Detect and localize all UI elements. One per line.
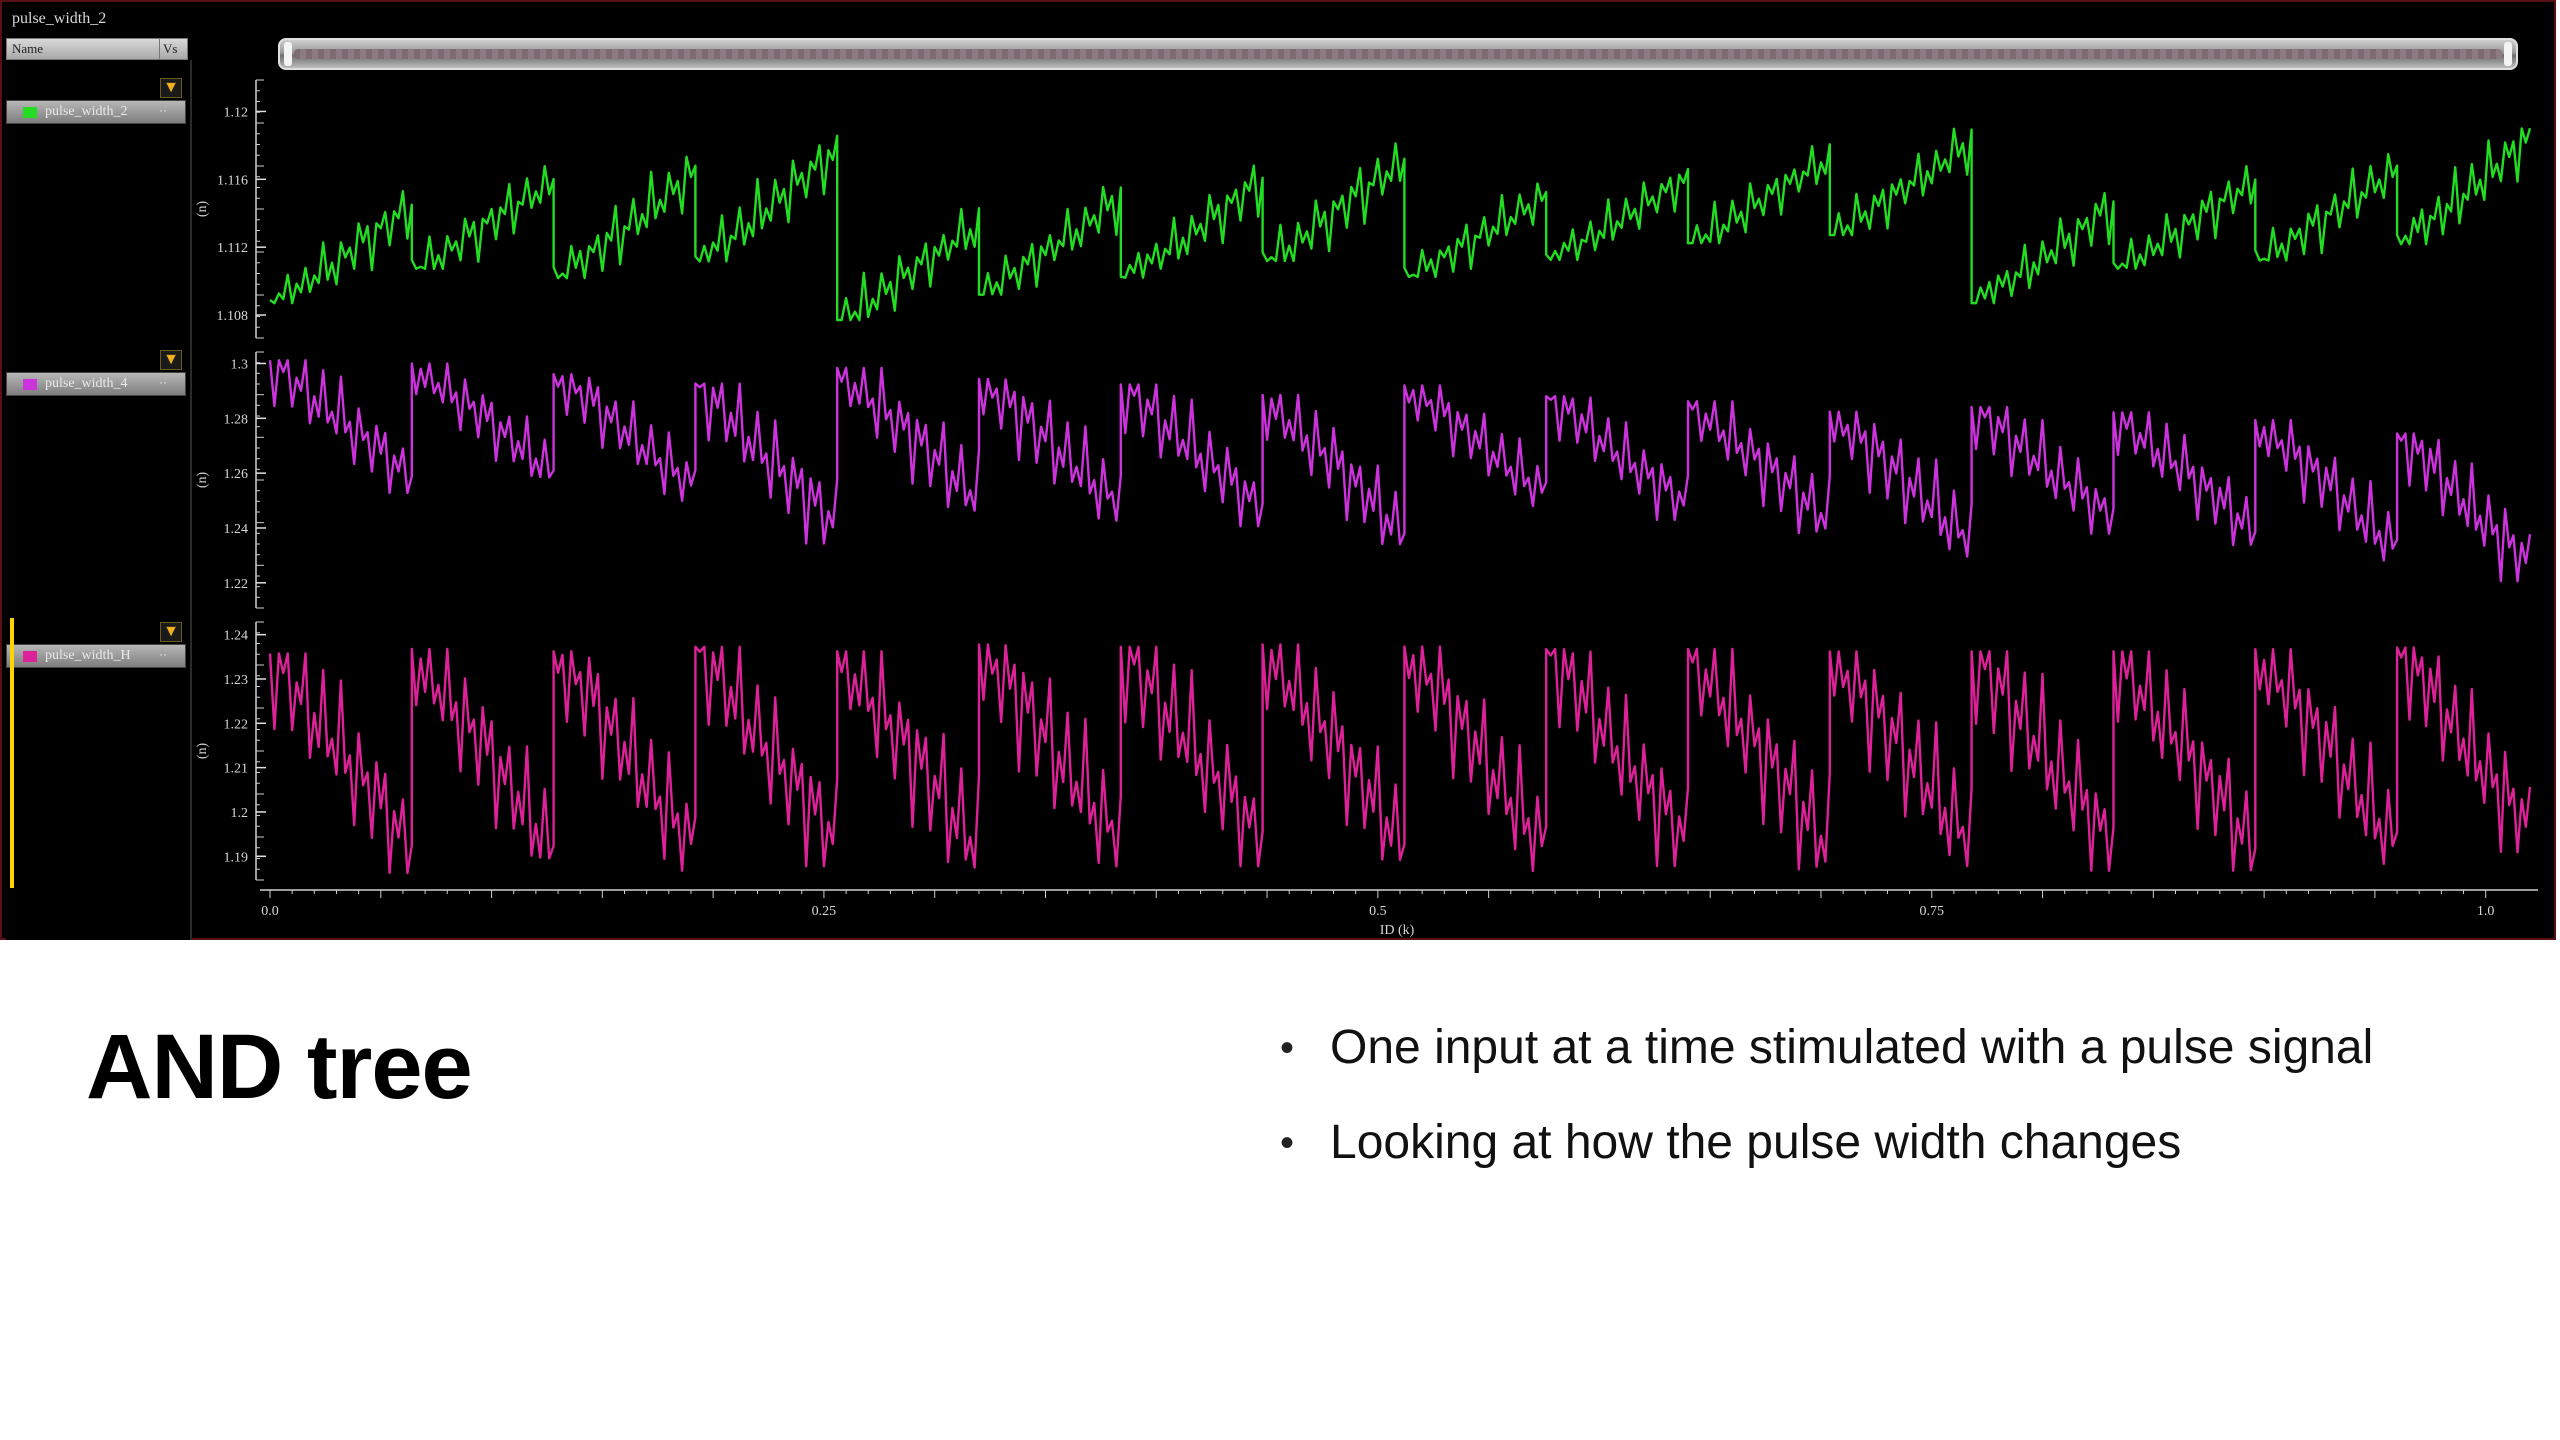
x-axis-label: ID (k) [1380, 923, 1415, 938]
waveform-pulse_width_2 [269, 127, 2532, 322]
y-tick-label: 1.22 [224, 717, 249, 732]
y-tick-label: 1.24 [224, 629, 249, 644]
y-tick-label: 1.26 [224, 467, 249, 482]
waveform-pulse_width_H [268, 643, 2532, 875]
waveform-viewer-window: pulse_width_2 Name Vs ▼ ▼ ▼ pulse_width_… [0, 0, 2556, 940]
slide-title: AND tree [86, 1016, 473, 1118]
x-tick-label: 0.75 [1920, 904, 1945, 919]
y-tick-label: 1.21 [224, 762, 249, 777]
x-tick-label: 1.0 [2477, 904, 2495, 919]
x-tick-label: 0.0 [261, 904, 279, 919]
y-tick-label: 1.24 [224, 522, 249, 537]
y-tick-label: 1.2 [231, 806, 249, 821]
y-unit-label: (n) [195, 472, 210, 489]
y-tick-label: 1.19 [224, 850, 249, 865]
y-tick-label: 1.23 [224, 673, 249, 688]
y-tick-label: 1.3 [231, 357, 249, 372]
y-tick-label: 1.22 [224, 577, 249, 592]
x-tick-label: 0.25 [812, 904, 837, 919]
y-tick-label: 1.28 [224, 412, 249, 427]
bullet-list: One input at a time stimulated with a pu… [1280, 1022, 2373, 1212]
waveform-plot-area[interactable]: 1.12 1.116 1.112 1.108 (n) 1.3 1.28 1.26 1.24 1.2… [2, 2, 2554, 938]
waveform-pulse_width_4 [268, 359, 2532, 583]
y-unit-label: (n) [195, 743, 210, 760]
y-tick-label: 1.116 [217, 173, 248, 188]
bullet-item: One input at a time stimulated with a pu… [1280, 1022, 2373, 1075]
bullet-item: Looking at how the pulse width changes [1280, 1117, 2373, 1170]
y-tick-label: 1.112 [217, 241, 248, 256]
x-tick-label: 0.5 [1369, 904, 1387, 919]
y-tick-label: 1.12 [224, 105, 249, 120]
y-tick-label: 1.108 [217, 309, 249, 324]
y-unit-label: (n) [195, 201, 210, 218]
